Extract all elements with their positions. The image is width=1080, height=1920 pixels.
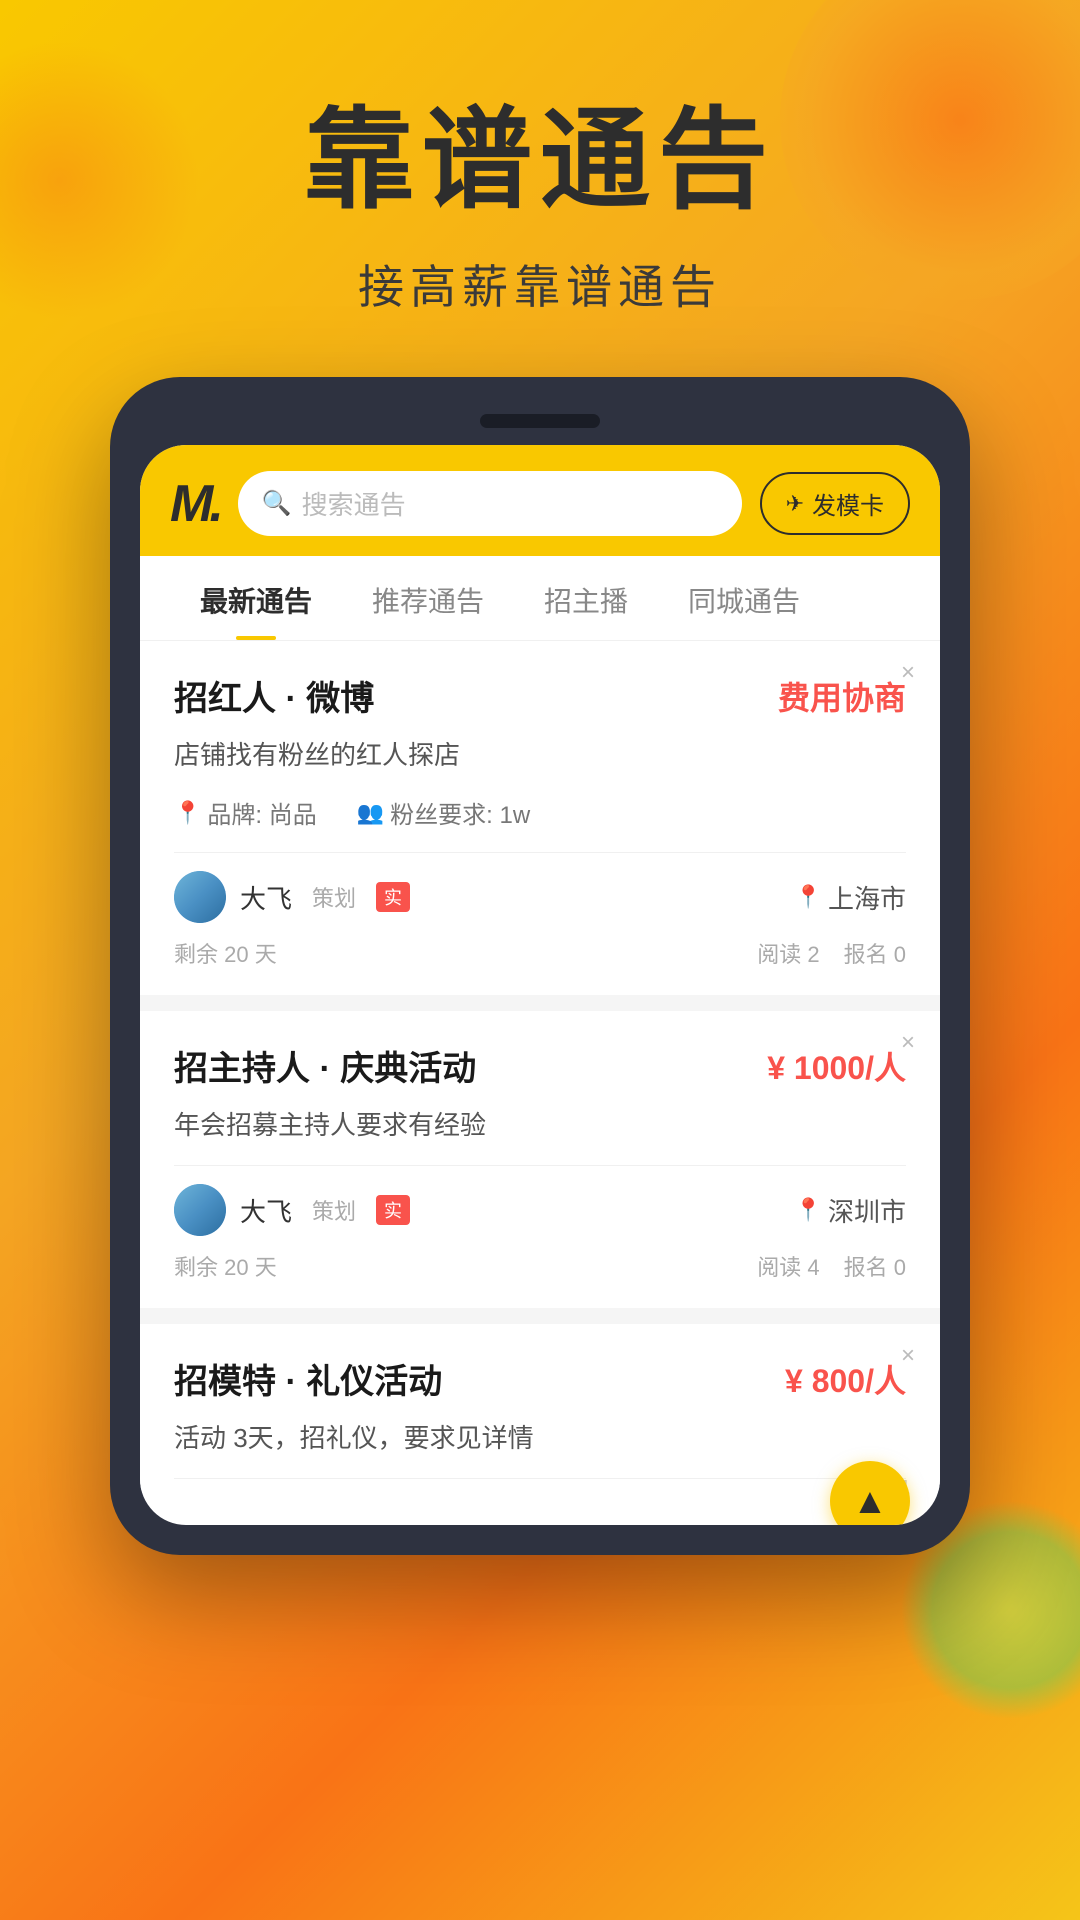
brand-tag-1: 📍 品牌: 尚品 bbox=[174, 795, 317, 830]
up-arrow-icon: ▲ bbox=[852, 1480, 888, 1522]
brand-label-1: 品牌: 尚品 bbox=[207, 795, 316, 830]
search-placeholder: 搜索通告 bbox=[302, 485, 406, 522]
card-desc-1: 店铺找有粉丝的红人探店 bbox=[174, 736, 906, 775]
card-price-3: ¥ 800/人 bbox=[785, 1356, 906, 1402]
cards-area[interactable]: × 招红人 · 微博 费用协商 店铺找有粉丝的红人探店 📍 品牌: 尚品 👥 bbox=[140, 641, 940, 1491]
user-name-2: 大飞 bbox=[240, 1192, 292, 1229]
close-button-3[interactable]: × bbox=[892, 1340, 924, 1372]
search-icon: 🔍 bbox=[262, 489, 292, 518]
hero-section: 靠谱通告 接高薪靠谱通告 bbox=[0, 0, 1080, 377]
apply-count-2: 报名 0 bbox=[844, 1250, 906, 1282]
card-price-1: 费用协商 bbox=[778, 673, 906, 719]
card-header-2: 招主持人 · 庆典活动 ¥ 1000/人 bbox=[174, 1041, 906, 1090]
phone-outer: M. 🔍 搜索通告 ✈ 发模卡 最新通告 推荐通告 bbox=[110, 377, 970, 1555]
tab-streamer[interactable]: 招主播 bbox=[514, 556, 658, 640]
card-divider-3 bbox=[174, 1478, 906, 1479]
days-left-2: 剩余 20 天 bbox=[174, 1250, 277, 1282]
tab-latest[interactable]: 最新通告 bbox=[170, 556, 342, 640]
card-desc-2: 年会招募主持人要求有经验 bbox=[174, 1106, 906, 1145]
apply-count-1: 报名 0 bbox=[844, 937, 906, 969]
fans-label-1: 粉丝要求: 1w bbox=[390, 795, 530, 830]
fans-tag-1: 👥 粉丝要求: 1w bbox=[357, 795, 530, 830]
close-button-2[interactable]: × bbox=[892, 1027, 924, 1059]
tabs-row: 最新通告 推荐通告 招主播 同城通告 bbox=[140, 556, 940, 641]
read-count-2: 阅读 4 bbox=[757, 1250, 819, 1282]
hero-title: 靠谱通告 bbox=[0, 100, 1080, 221]
card-user-1: 大飞 策划 实 bbox=[174, 871, 410, 923]
days-left-1: 剩余 20 天 bbox=[174, 937, 277, 969]
fans-icon-1: 👥 bbox=[357, 800, 384, 826]
location-icon-pin-2: 📍 bbox=[795, 1197, 822, 1223]
job-card-3[interactable]: × 招模特 · 礼仪活动 ¥ 800/人 活动 3天，招礼仪，要求见详情 大飞 bbox=[140, 1324, 940, 1491]
phone-container: M. 🔍 搜索通告 ✈ 发模卡 最新通告 推荐通告 bbox=[0, 377, 1080, 1555]
card-desc-3: 活动 3天，招礼仪，要求见详情 bbox=[174, 1419, 906, 1458]
job-card-1[interactable]: × 招红人 · 微博 费用协商 店铺找有粉丝的红人探店 📍 品牌: 尚品 👥 bbox=[140, 641, 940, 995]
avatar-img-2 bbox=[174, 1184, 226, 1236]
card-user-2: 大飞 策划 实 bbox=[174, 1184, 410, 1236]
card-title-2: 招主持人 · 庆典活动 bbox=[174, 1041, 476, 1090]
tab-local[interactable]: 同城通告 bbox=[658, 556, 830, 640]
search-bar[interactable]: 🔍 搜索通告 bbox=[238, 471, 742, 536]
tab-recommended[interactable]: 推荐通告 bbox=[342, 556, 514, 640]
phone-notch-pill bbox=[480, 414, 600, 428]
send-icon: ✈ bbox=[786, 491, 804, 517]
avatar-img-1 bbox=[174, 871, 226, 923]
phone-screen: M. 🔍 搜索通告 ✈ 发模卡 最新通告 推荐通告 bbox=[140, 445, 940, 1525]
app-header: M. 🔍 搜索通告 ✈ 发模卡 bbox=[140, 445, 940, 556]
card-location-2: 📍 深圳市 bbox=[795, 1192, 906, 1229]
avatar-1 bbox=[174, 871, 226, 923]
app-logo: M. bbox=[170, 474, 220, 534]
user-name-1: 大飞 bbox=[240, 879, 292, 916]
verified-badge-1: 实 bbox=[376, 882, 410, 912]
card-location-1: 📍 上海市 bbox=[795, 879, 906, 916]
card-price-2: ¥ 1000/人 bbox=[767, 1043, 906, 1089]
card-divider-2 bbox=[174, 1165, 906, 1166]
card-footer-1: 大飞 策划 实 📍 上海市 bbox=[174, 871, 906, 923]
phone-notch-bar bbox=[140, 407, 940, 435]
location-label-1: 上海市 bbox=[828, 879, 906, 916]
card-tags-1: 📍 品牌: 尚品 👥 粉丝要求: 1w bbox=[174, 795, 906, 830]
close-button-1[interactable]: × bbox=[892, 657, 924, 689]
card-meta-1: 剩余 20 天 阅读 2 报名 0 bbox=[174, 937, 906, 969]
location-label-2: 深圳市 bbox=[828, 1192, 906, 1229]
card-meta-2: 剩余 20 天 阅读 4 报名 0 bbox=[174, 1250, 906, 1282]
post-button-label: 发模卡 bbox=[812, 486, 884, 521]
location-icon-1: 📍 bbox=[174, 800, 201, 826]
hero-subtitle: 接高薪靠谱通告 bbox=[0, 251, 1080, 317]
user-role-1: 策划 bbox=[312, 881, 356, 913]
card-stats-1: 阅读 2 报名 0 bbox=[757, 937, 906, 969]
location-icon-pin-1: 📍 bbox=[795, 884, 822, 910]
avatar-2 bbox=[174, 1184, 226, 1236]
job-card-2[interactable]: × 招主持人 · 庆典活动 ¥ 1000/人 年会招募主持人要求有经验 大飞 bbox=[140, 1011, 940, 1308]
verified-badge-2: 实 bbox=[376, 1195, 410, 1225]
card-divider-1 bbox=[174, 852, 906, 853]
card-title-3: 招模特 · 礼仪活动 bbox=[174, 1354, 442, 1403]
post-button[interactable]: ✈ 发模卡 bbox=[760, 472, 910, 535]
card-footer-2: 大飞 策划 实 📍 深圳市 bbox=[174, 1184, 906, 1236]
user-role-2: 策划 bbox=[312, 1194, 356, 1226]
card-header-1: 招红人 · 微博 费用协商 bbox=[174, 671, 906, 720]
card-header-3: 招模特 · 礼仪活动 ¥ 800/人 bbox=[174, 1354, 906, 1403]
card-title-1: 招红人 · 微博 bbox=[174, 671, 374, 720]
read-count-1: 阅读 2 bbox=[757, 937, 819, 969]
card-stats-2: 阅读 4 报名 0 bbox=[757, 1250, 906, 1282]
